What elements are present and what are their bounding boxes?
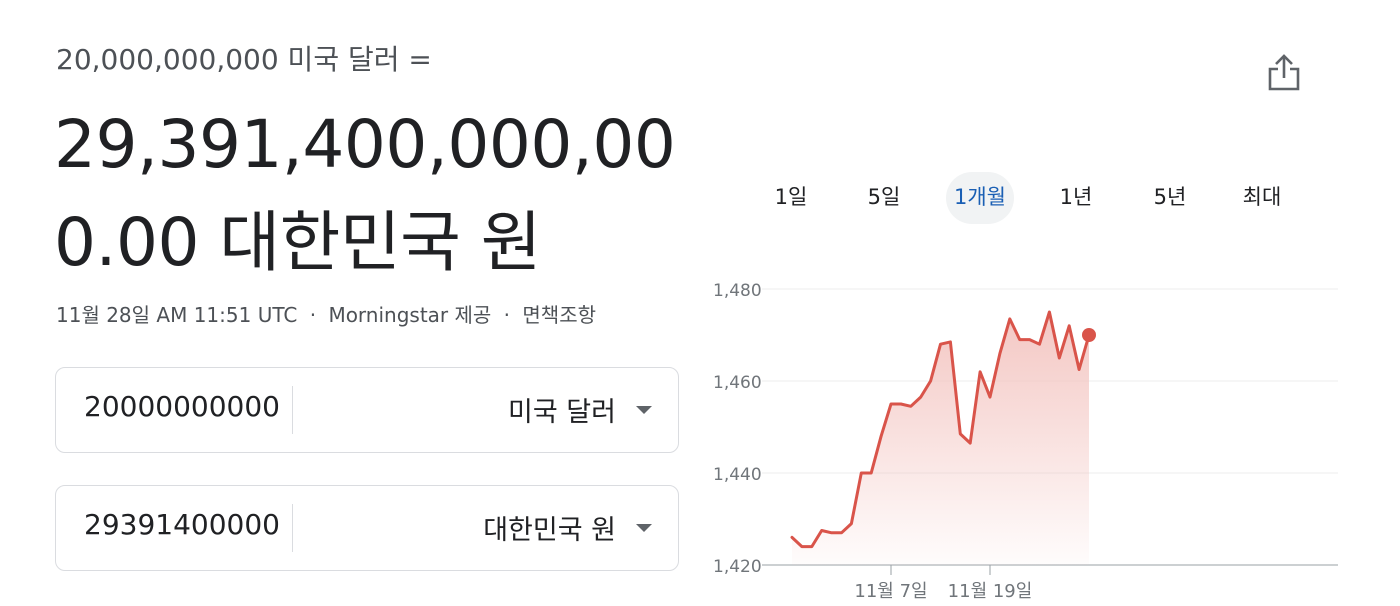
tab-5년[interactable]: 5년 (1152, 172, 1188, 224)
time-range-tabs: 1일 5일 1개월 1년 5년 최대 (740, 172, 1300, 224)
conversion-input-summary: 20,000,000,000 미국 달러 = (56, 43, 432, 76)
disclaimer-link[interactable]: 면책조항 (522, 303, 596, 327)
separator: · (309, 303, 317, 327)
field-divider (292, 386, 293, 434)
y-tick-label: 1,460 (713, 373, 762, 393)
caret-down-icon[interactable] (636, 524, 652, 532)
from-amount-input[interactable]: 20000000000 (84, 390, 280, 423)
y-tick-label: 1,420 (713, 557, 762, 577)
timestamp: 11월 28일 AM 11:51 UTC (56, 303, 298, 327)
conversion-result-line-1: 29,391,400,000,00 (54, 106, 676, 183)
share-icon (1268, 54, 1300, 91)
tab-최대[interactable]: 최대 (1240, 172, 1284, 224)
to-currency-field: 29391400000 대한민국 원 (55, 485, 679, 571)
y-tick-label: 1,440 (713, 465, 762, 485)
x-tick-label: 11월 19일 (948, 581, 1033, 602)
caret-down-icon[interactable] (636, 406, 652, 414)
tab-1개월[interactable]: 1개월 (946, 172, 1014, 224)
from-currency-field: 20000000000 미국 달러 (55, 367, 679, 453)
separator: · (503, 303, 511, 327)
conversion-meta: 11월 28일 AM 11:51 UTC · Morningstar 제공 · … (56, 299, 596, 328)
y-tick-label: 1,480 (713, 281, 762, 301)
share-button[interactable] (1262, 50, 1306, 94)
conversion-result: 29,391,400,000,00 0.00 대한민국 원 (54, 96, 676, 292)
exchange-rate-chart: 1,420 1,440 1,460 1,480 11월 7일 11월 19일 (713, 281, 1338, 602)
conversion-result-line-2: 0.00 대한민국 원 (54, 204, 542, 281)
tab-5일[interactable]: 5일 (866, 172, 902, 224)
from-currency-select[interactable]: 미국 달러 (508, 390, 616, 429)
field-divider (292, 504, 293, 552)
tab-1일[interactable]: 1일 (773, 172, 809, 224)
to-amount-input[interactable]: 29391400000 (84, 508, 280, 541)
to-currency-select[interactable]: 대한민국 원 (483, 508, 616, 547)
tab-1년[interactable]: 1년 (1058, 172, 1094, 224)
data-source: Morningstar 제공 (328, 303, 492, 327)
x-tick-label: 11월 7일 (854, 581, 927, 602)
latest-point-marker (1082, 328, 1096, 342)
